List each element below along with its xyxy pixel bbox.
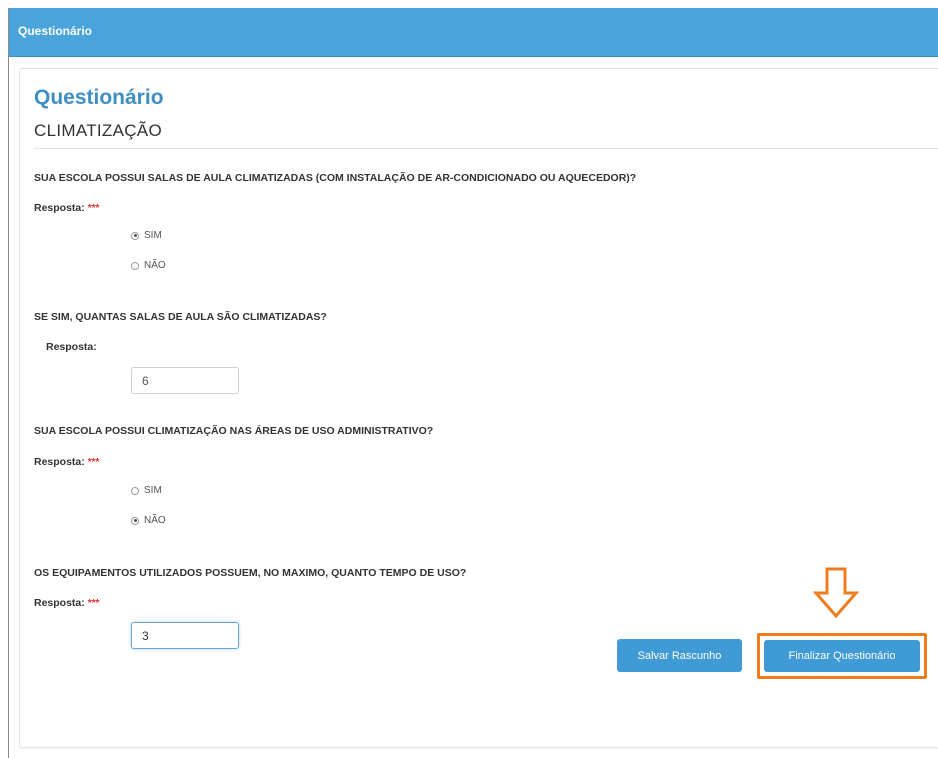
question-4-response-label: Resposta: *** — [34, 597, 99, 609]
response-label-text: Resposta: — [34, 456, 85, 468]
q2-answer-input[interactable] — [131, 367, 239, 394]
window-titlebar: Questionário — [9, 8, 938, 57]
q1-option-sim[interactable]: SIM — [131, 230, 162, 241]
panel-title: Questionário — [34, 86, 164, 109]
question-3-text: SUA ESCOLA POSSUI CLIMATIZAÇÃO NAS ÁREAS… — [34, 425, 434, 437]
required-mark: *** — [87, 203, 100, 214]
response-label-text: Resposta: — [46, 341, 97, 353]
q3-option-nao-label: NÃO — [144, 515, 166, 526]
arrow-down-icon — [813, 567, 859, 619]
q1-option-nao[interactable]: NÃO — [131, 260, 166, 271]
question-2-response-label: Resposta: — [46, 341, 97, 353]
questionnaire-window: Questionário Questionário CLIMATIZAÇÃO S… — [8, 8, 938, 758]
required-mark: *** — [87, 598, 100, 609]
question-2-text: SE SIM, QUANTAS SALAS DE AULA SÃO CLIMAT… — [34, 311, 327, 323]
q3-option-sim[interactable]: SIM — [131, 485, 162, 496]
section-title: CLIMATIZAÇÃO — [34, 121, 162, 140]
question-4-text: OS EQUIPAMENTOS UTILIZADOS POSSUEM, NO M… — [34, 567, 467, 579]
q3-option-nao[interactable]: NÃO — [131, 515, 166, 526]
finish-questionnaire-button[interactable]: Finalizar Questionário — [764, 640, 920, 672]
q3-radio-sim[interactable] — [131, 486, 139, 495]
response-label-text: Resposta: — [34, 597, 85, 609]
response-label-text: Resposta: — [34, 202, 85, 214]
save-draft-button[interactable]: Salvar Rascunho — [617, 639, 742, 672]
q1-radio-sim[interactable] — [131, 231, 139, 240]
q4-answer-input[interactable] — [131, 622, 239, 649]
section-divider — [34, 148, 938, 149]
required-mark: *** — [87, 457, 100, 468]
q1-option-nao-label: NÃO — [144, 260, 166, 271]
q1-option-sim-label: SIM — [144, 230, 162, 241]
q1-radio-nao[interactable] — [131, 261, 139, 270]
question-3-response-label: Resposta: *** — [34, 456, 99, 468]
question-1-response-label: Resposta: *** — [34, 202, 99, 214]
question-1-text: SUA ESCOLA POSSUI SALAS DE AULA CLIMATIZ… — [34, 172, 637, 184]
finish-button-highlight: Finalizar Questionário — [757, 633, 927, 679]
q3-option-sim-label: SIM — [144, 485, 162, 496]
q3-radio-nao[interactable] — [131, 516, 139, 525]
window-title: Questionário — [18, 24, 93, 38]
